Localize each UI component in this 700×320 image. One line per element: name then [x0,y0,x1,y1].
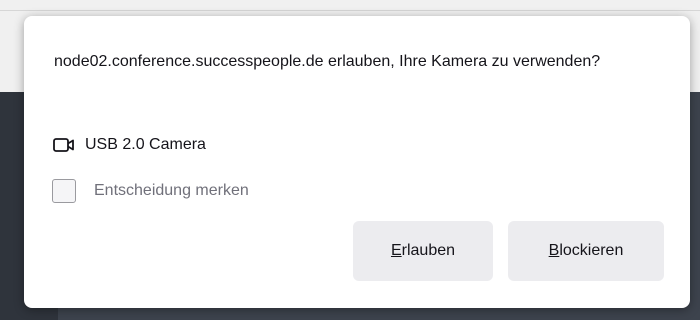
block-button-label: lockieren [559,242,624,259]
remember-decision-label[interactable]: Entscheidung merken [94,182,249,200]
camera-permission-dialog: node02.conference.successpeople.de erlau… [24,16,690,308]
block-button[interactable]: Blockieren [508,221,664,281]
allow-button[interactable]: Erlauben [353,221,493,281]
camera-icon [53,136,75,154]
remember-decision-checkbox[interactable] [52,179,76,203]
block-button-accesskey: B [548,242,560,259]
toolbar-divider [0,10,700,11]
remember-decision-row[interactable]: Entscheidung merken [52,176,249,206]
camera-device-label: USB 2.0 Camera [85,136,206,153]
allow-button-accesskey: E [390,242,402,259]
permission-message: node02.conference.successpeople.de erlau… [54,53,601,70]
allow-button-label: rlauben [401,242,456,259]
camera-device-row: USB 2.0 Camera [53,133,206,157]
